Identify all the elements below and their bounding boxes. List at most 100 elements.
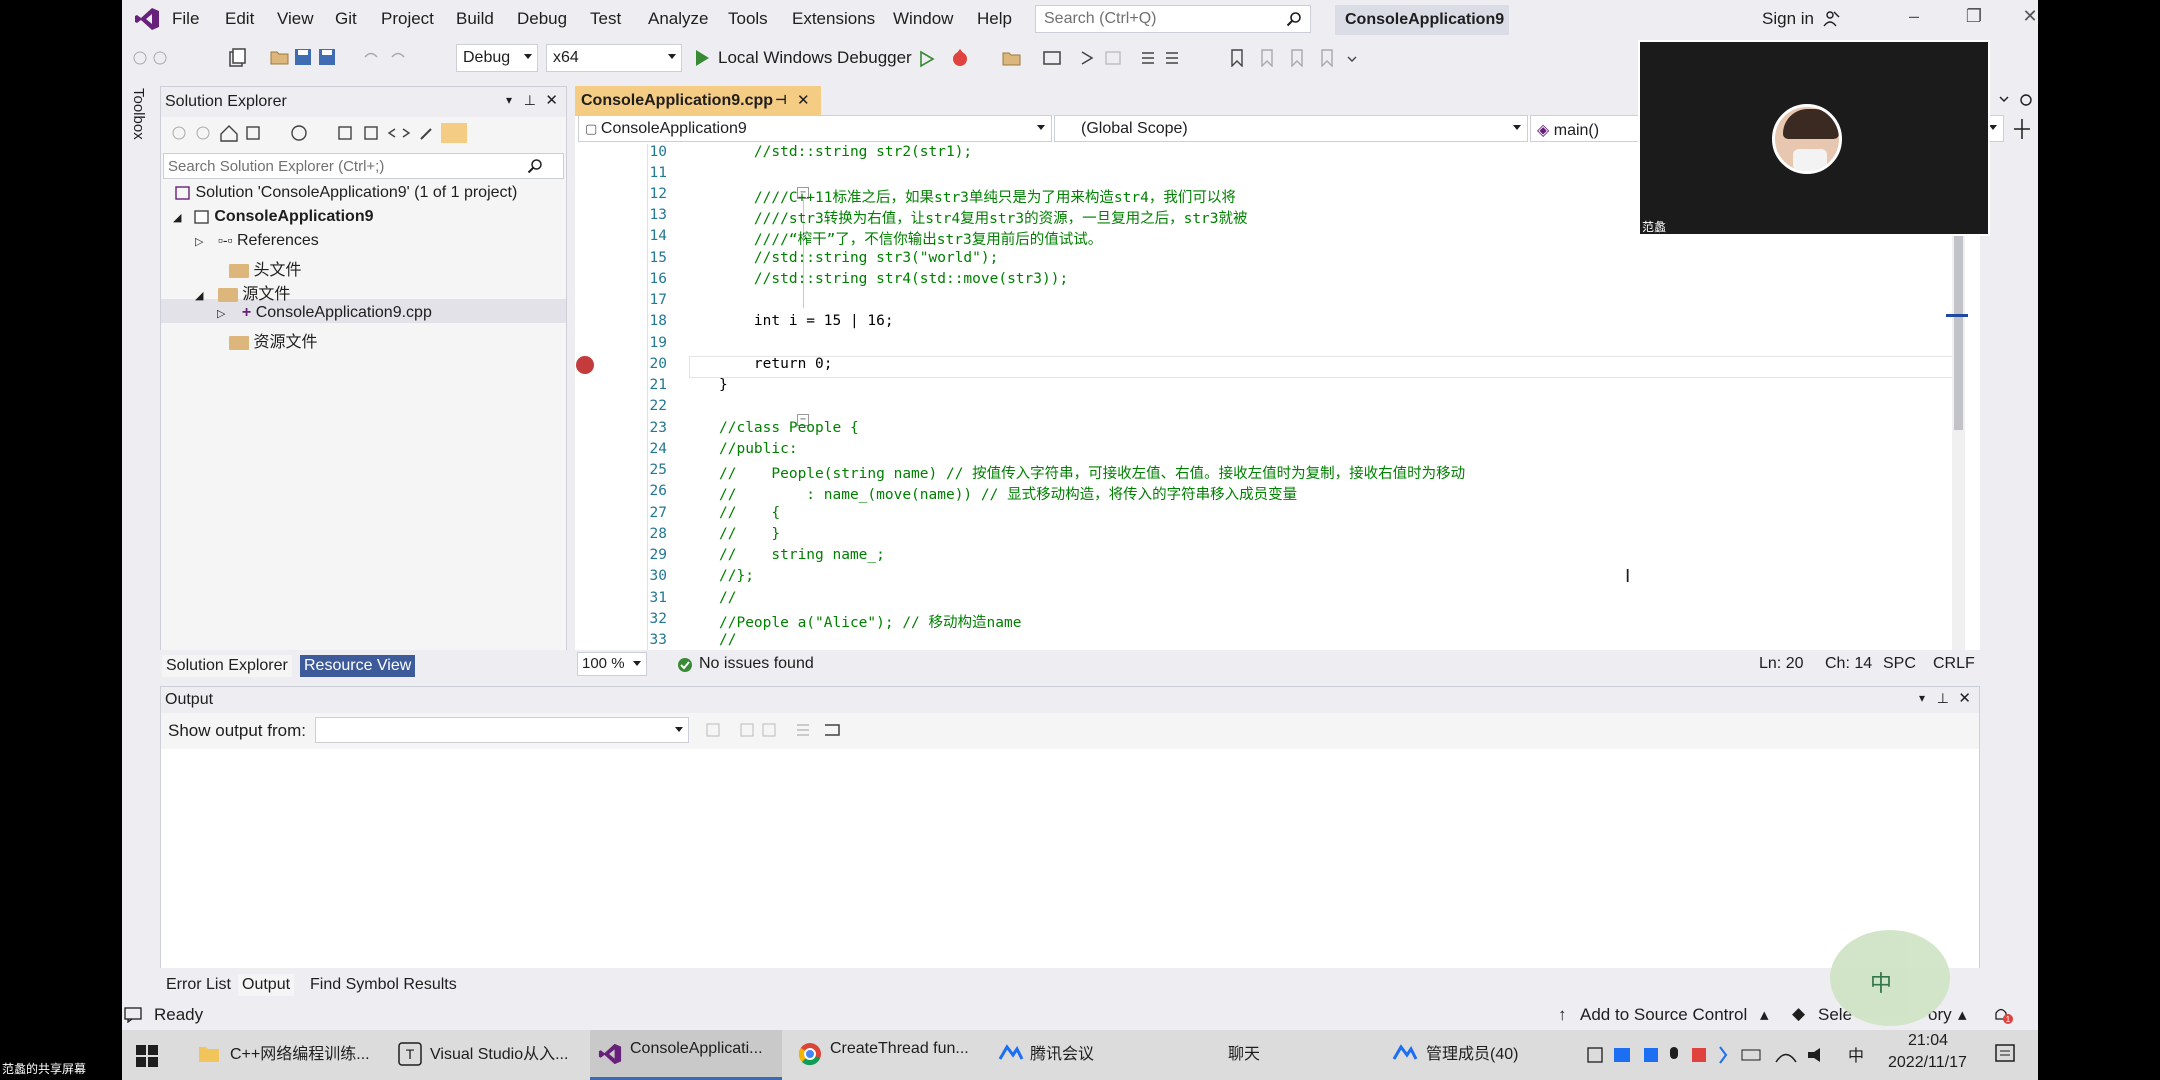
menu-test[interactable]: Test bbox=[590, 9, 621, 29]
menu-project[interactable]: Project bbox=[381, 9, 434, 29]
line-ending-indicator[interactable]: CRLF bbox=[1933, 655, 1975, 673]
new-project-icon[interactable] bbox=[228, 48, 246, 68]
local-debugger-button[interactable]: Local Windows Debugger bbox=[718, 48, 912, 68]
solution-explorer-toolbar-icons[interactable] bbox=[169, 123, 469, 143]
hot-reload-icon[interactable] bbox=[950, 48, 972, 68]
pin-icon[interactable]: ⊥ bbox=[524, 92, 536, 109]
tab-output[interactable]: Output bbox=[238, 974, 295, 996]
start-debugging-icon[interactable] bbox=[694, 49, 710, 67]
clock-date[interactable]: 2022/11/17 bbox=[1888, 1054, 1967, 1072]
taskbar-item-explorer[interactable]: C++网络编程训练... bbox=[230, 1040, 370, 1064]
nav-project-label: ConsoleApplication9 bbox=[600, 120, 747, 137]
solution-configuration-select[interactable]: Debug bbox=[456, 44, 538, 72]
taskbar-item-visual-studio[interactable]: ConsoleApplicati... bbox=[630, 1040, 763, 1058]
expand-cpp-icon[interactable]: ▷ bbox=[217, 308, 225, 320]
collapse-project-icon[interactable]: ◢ bbox=[173, 212, 181, 224]
scope-nav-dropdown[interactable]: (Global Scope) bbox=[1054, 115, 1528, 142]
taskbar-item-members[interactable]: 管理成员(40) bbox=[1426, 1040, 1518, 1064]
windows-start-icon[interactable] bbox=[136, 1045, 158, 1067]
tab-pin-icon[interactable]: ⊣ bbox=[775, 92, 787, 108]
menu-tools[interactable]: Tools bbox=[728, 9, 768, 29]
open-folder-icon[interactable] bbox=[270, 48, 290, 66]
editor-tab-menu-icons[interactable] bbox=[1998, 92, 2034, 108]
panel-close-icon[interactable]: ✕ bbox=[1958, 689, 1971, 707]
panel-menu-icon[interactable]: ▾ bbox=[1919, 691, 1925, 705]
clock-time[interactable]: 21:04 bbox=[1908, 1032, 1948, 1050]
file-explorer-icon bbox=[199, 1047, 219, 1062]
save-all-icon[interactable] bbox=[318, 48, 336, 66]
tab-close-icon[interactable]: ✕ bbox=[797, 91, 810, 109]
browse-folder-icon[interactable] bbox=[1002, 49, 1022, 67]
line-number: 10 bbox=[649, 144, 667, 160]
restore-icon[interactable]: ❐ bbox=[1954, 6, 1994, 34]
solution-explorer-panel: Solution Explorer ▾ ⊥ ✕ Search Solution … bbox=[160, 86, 567, 680]
line-number: 30 bbox=[649, 568, 667, 584]
system-tray-icons[interactable]: 中 bbox=[1586, 1045, 1876, 1065]
menu-file[interactable]: File bbox=[172, 9, 199, 29]
sign-in-link[interactable]: Sign in bbox=[1762, 9, 1814, 29]
search-box[interactable]: Search (Ctrl+Q) bbox=[1035, 5, 1311, 33]
scrollbar-thumb[interactable] bbox=[1954, 230, 1963, 430]
output-panel: Output ▾ ⊥ ✕ Show output from: bbox=[160, 686, 1980, 1000]
start-without-debugging-icon[interactable] bbox=[918, 50, 936, 68]
project-nav-dropdown[interactable]: ▢ ConsoleApplication9 bbox=[578, 115, 1052, 142]
solution-explorer-search[interactable]: Search Solution Explorer (Ctrl+;) bbox=[163, 153, 564, 179]
pin-icon[interactable]: ⊥ bbox=[1937, 690, 1949, 707]
solution-platform-select[interactable]: x64 bbox=[546, 44, 682, 72]
tab-error-list[interactable]: Error List bbox=[162, 974, 235, 996]
debug-tools-icons[interactable] bbox=[1042, 49, 1192, 67]
tree-references[interactable]: ▷ ▫-▫ References bbox=[195, 232, 319, 250]
issues-status[interactable]: No issues found bbox=[699, 655, 814, 673]
action-center-icon[interactable] bbox=[1994, 1043, 2016, 1065]
tree-solution[interactable]: Solution 'ConsoleApplication9' (1 of 1 p… bbox=[175, 184, 517, 202]
output-toolbar-icons[interactable] bbox=[705, 721, 855, 739]
close-icon[interactable]: ✕ bbox=[2010, 6, 2038, 34]
tab-resource-view[interactable]: Resource View bbox=[300, 655, 416, 677]
minimize-icon[interactable]: – bbox=[1894, 6, 1934, 34]
tab-find-symbol-results[interactable]: Find Symbol Results bbox=[306, 974, 461, 996]
code-line: int i = 15 | 16; bbox=[719, 313, 894, 329]
toolbox-strip[interactable]: Toolbox bbox=[122, 82, 160, 1002]
menu-window[interactable]: Window bbox=[893, 9, 953, 29]
menu-git[interactable]: Git bbox=[335, 9, 357, 29]
output-text-area[interactable] bbox=[161, 749, 1979, 969]
column-indicator[interactable]: Ch: 14 bbox=[1825, 655, 1872, 673]
menu-debug[interactable]: Debug bbox=[517, 9, 567, 29]
collapse-source-icon[interactable]: ◢ bbox=[195, 290, 203, 302]
back-forward-icon[interactable] bbox=[132, 49, 178, 67]
output-source-select[interactable] bbox=[315, 717, 689, 743]
whitespace-indicator[interactable]: SPC bbox=[1883, 655, 1916, 673]
menu-build[interactable]: Build bbox=[456, 9, 494, 29]
split-editor-icon[interactable] bbox=[2012, 118, 2032, 140]
menu-extensions[interactable]: Extensions bbox=[792, 9, 875, 29]
taskbar-item-typora[interactable]: Visual Studio从入... bbox=[430, 1040, 568, 1064]
taskbar-item-chrome[interactable]: CreateThread fun... bbox=[830, 1040, 969, 1058]
repository-caret-icon: ▴ bbox=[1958, 1005, 1967, 1024]
save-icon[interactable] bbox=[294, 48, 312, 66]
tree-source-files[interactable]: ◢ 源文件 bbox=[195, 280, 290, 304]
menu-view[interactable]: View bbox=[277, 9, 314, 29]
editor-tab-active[interactable]: ConsoleApplication9.cpp ⊣ ✕ bbox=[575, 86, 821, 116]
menu-help[interactable]: Help bbox=[977, 9, 1012, 29]
tree-header-files[interactable]: 头文件 bbox=[229, 256, 301, 280]
add-to-source-control-button[interactable]: Add to Source Control bbox=[1580, 1005, 1747, 1025]
taskbar-item-meeting[interactable]: 腾讯会议 bbox=[1030, 1040, 1094, 1064]
tree-resource-files[interactable]: 资源文件 bbox=[229, 328, 317, 352]
notification-bubble-icon[interactable] bbox=[124, 1007, 142, 1023]
menu-analyze[interactable]: Analyze bbox=[648, 9, 708, 29]
bookmark-icons[interactable] bbox=[1230, 49, 1360, 67]
tree-cpp-file[interactable]: ▷ + ConsoleApplication9.cpp bbox=[217, 304, 432, 322]
tree-project[interactable]: ◢ ConsoleApplication9 bbox=[173, 208, 374, 226]
menu-edit[interactable]: Edit bbox=[225, 9, 254, 29]
undo-redo-icon[interactable] bbox=[362, 48, 412, 66]
ime-floating-widget[interactable]: 中 bbox=[1830, 930, 1950, 1026]
panel-close-icon[interactable]: ✕ bbox=[545, 91, 558, 109]
tab-solution-explorer[interactable]: Solution Explorer bbox=[162, 655, 292, 677]
expand-references-icon[interactable]: ▷ bbox=[195, 236, 203, 248]
taskbar-item-chat[interactable]: 聊天 bbox=[1228, 1040, 1260, 1064]
panel-menu-icon[interactable]: ▾ bbox=[506, 93, 512, 107]
line-indicator[interactable]: Ln: 20 bbox=[1759, 655, 1803, 673]
notifications-bell-icon[interactable]: 1 bbox=[1992, 1005, 2014, 1025]
zoom-select[interactable]: 100 % bbox=[577, 652, 647, 676]
feedback-person-icon[interactable] bbox=[1822, 10, 1840, 28]
